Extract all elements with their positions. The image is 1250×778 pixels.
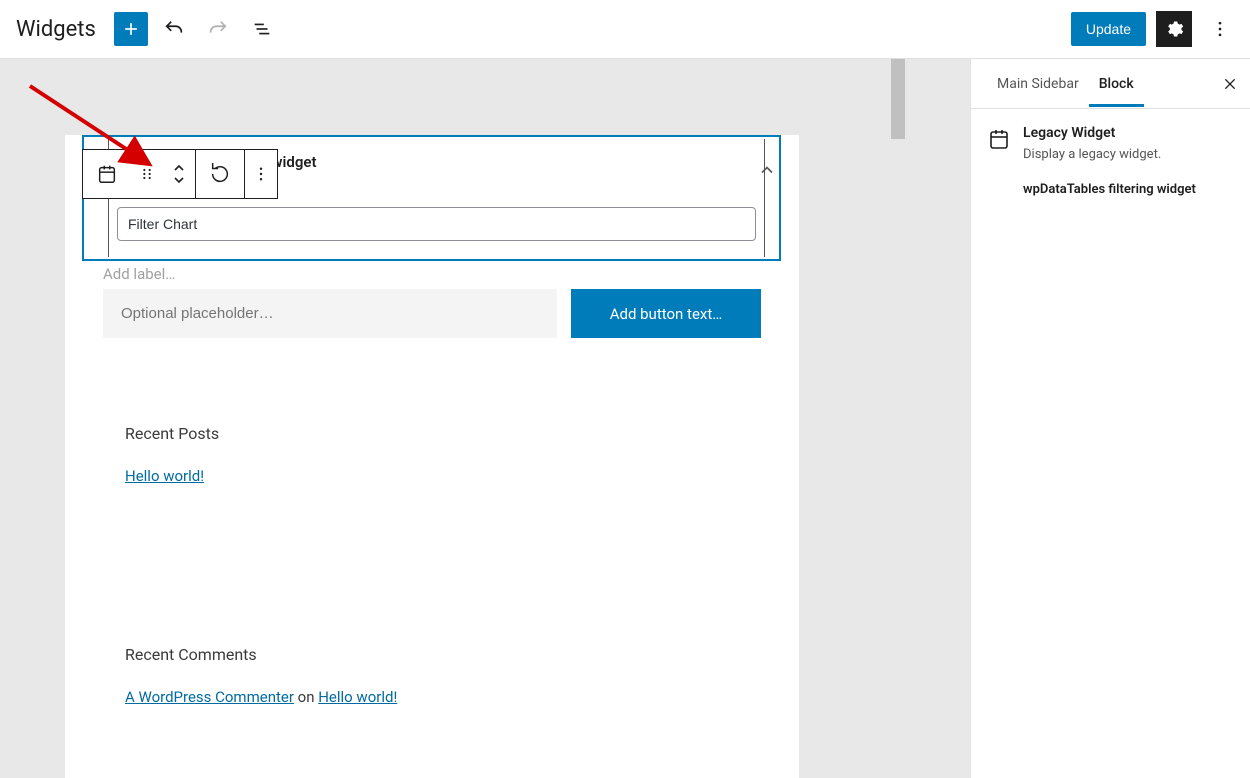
- drag-handle[interactable]: [131, 150, 163, 198]
- settings-sidebar: Main Sidebar Block Legacy Widget Display…: [970, 59, 1250, 778]
- transform-button[interactable]: [196, 150, 244, 198]
- undo-icon: [163, 18, 185, 40]
- plus-icon: [121, 19, 141, 39]
- sidebar-block-title: Legacy Widget: [1023, 125, 1196, 141]
- search-placeholder-input[interactable]: [103, 289, 557, 338]
- title-input[interactable]: [117, 207, 756, 241]
- block-more-button[interactable]: [245, 150, 277, 198]
- sidebar-widget-name: wpDataTables filtering widget: [1023, 182, 1196, 197]
- rotate-icon: [209, 163, 231, 185]
- close-icon: [1222, 76, 1238, 92]
- calendar-icon: [96, 163, 118, 185]
- tab-main-sidebar[interactable]: Main Sidebar: [987, 62, 1089, 106]
- search-label-placeholder[interactable]: Add label…: [103, 265, 761, 283]
- search-block-placeholder[interactable]: Add label… Add button text…: [65, 265, 799, 338]
- scrollbar[interactable]: [891, 59, 905, 139]
- sidebar-block-desc: Display a legacy widget.: [1023, 147, 1196, 162]
- redo-button[interactable]: [200, 11, 236, 47]
- close-sidebar-button[interactable]: [1218, 72, 1242, 96]
- update-button[interactable]: Update: [1071, 12, 1146, 46]
- search-button-text-placeholder[interactable]: Add button text…: [571, 289, 761, 338]
- settings-button[interactable]: [1156, 11, 1192, 47]
- recent-posts-heading: Recent Posts: [125, 424, 739, 443]
- editor-canvas[interactable]: wpDataTables filtering widget Title: Add…: [0, 59, 970, 778]
- move-up-down-icon: [172, 163, 186, 185]
- block-toolbar: [82, 149, 278, 199]
- legacy-widget-icon: [987, 127, 1011, 151]
- comment-on-text: on: [294, 688, 318, 706]
- more-vertical-icon: [1210, 19, 1230, 39]
- comment-author-link[interactable]: A WordPress Commenter: [125, 688, 294, 706]
- list-view-button[interactable]: [244, 11, 280, 47]
- top-toolbar: Widgets Update: [0, 0, 1250, 59]
- undo-button[interactable]: [156, 11, 192, 47]
- page-title: Widgets: [16, 17, 96, 42]
- add-block-button[interactable]: [114, 12, 148, 46]
- block-type-button[interactable]: [83, 150, 131, 198]
- block-mover[interactable]: [163, 150, 195, 198]
- recent-post-link[interactable]: Hello world!: [125, 467, 204, 485]
- tab-block[interactable]: Block: [1089, 62, 1144, 106]
- calendar-icon: [987, 127, 1011, 151]
- list-view-icon: [251, 18, 273, 40]
- comment-post-link[interactable]: Hello world!: [318, 688, 397, 706]
- gear-icon: [1164, 19, 1184, 39]
- more-vertical-icon: [252, 165, 270, 183]
- drag-icon: [139, 166, 155, 182]
- redo-icon: [207, 18, 229, 40]
- recent-comments-heading: Recent Comments: [125, 645, 739, 664]
- more-menu-button[interactable]: [1202, 11, 1238, 47]
